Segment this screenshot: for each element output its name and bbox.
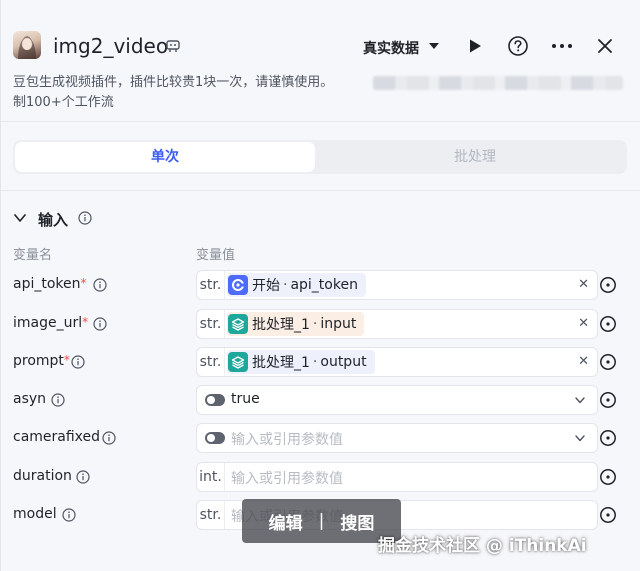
param-name-camerafixed: camerafixed [13,429,100,445]
info-icon[interactable] [76,470,90,484]
ref-separator: · [312,354,318,370]
help-button[interactable] [506,34,530,58]
param-name-text: model [13,506,57,522]
info-icon[interactable] [93,317,107,331]
edit-button[interactable]: 编辑 [269,509,303,534]
toggle-icon[interactable] [205,394,225,406]
required-mark: * [63,353,70,367]
param-name-asyn: asyn [13,391,46,407]
description-line: 豆包生成视频插件，插件比较贵1块一次，请谨慎使用。 [13,75,334,90]
type-tag: str. [197,310,225,338]
close-icon [598,39,612,53]
layers-icon [228,352,248,372]
clear-icon[interactable]: ✕ [578,354,589,369]
type-tag: str. [197,271,225,299]
required-mark: * [82,315,89,329]
separator: | [318,511,325,531]
run-mode-select[interactable]: 真实数据 [363,38,419,58]
ref-source: 开始 [252,278,280,294]
param-name-text: prompt [13,353,64,369]
reference-variable-icon[interactable] [599,391,617,409]
variable-reference-chip[interactable]: 批处理_1 · input [227,312,365,336]
info-icon[interactable] [71,355,85,369]
start-icon [228,275,248,295]
chevron-down-icon[interactable] [575,397,585,404]
plugin-title: img2_video [53,34,169,58]
param-value-image_url[interactable]: str. 批处理_1 · input ✕ [196,309,598,339]
info-icon[interactable] [93,278,107,292]
plugin-type-icon [166,40,180,52]
param-name-image_url: image_url* [13,315,88,331]
plugin-description: 豆包生成视频插件，插件比较贵1块一次，请谨慎使用。 制100+个工作流 [13,73,373,113]
reference-variable-icon[interactable] [599,468,617,486]
param-name-text: camerafixed [13,429,101,445]
column-header-value: 变量值 [196,248,236,263]
param-value-camerafixed[interactable]: 输入或引用参数值 [196,423,598,453]
chevron-down-icon[interactable] [429,42,439,50]
reference-variable-icon[interactable] [599,276,617,294]
ref-separator: · [312,316,318,332]
panel-header: img2_video 真实数据 豆包生成视频插件，插件比较贵1块一次，请谨慎使用… [1,0,640,122]
search-image-button[interactable]: 搜图 [340,509,374,534]
section-title-input: 输入 [38,211,69,229]
type-tag: str. [197,348,225,376]
ref-variable: api_token [290,277,358,293]
play-icon [470,39,481,53]
ref-source: 批处理_1 [252,317,310,333]
info-icon[interactable] [102,431,116,445]
info-icon[interactable] [78,211,92,225]
ref-source: 批处理_1 [252,355,310,371]
param-name-model: model [13,506,57,522]
run-button[interactable] [463,34,487,58]
param-name-api_token: api_token* [13,276,87,292]
field-value: true [231,391,260,407]
reference-variable-icon[interactable] [599,506,617,524]
variable-reference-chip[interactable]: 开始 · api_token [227,273,366,297]
param-value-duration[interactable]: int. 输入或引用参数值 [196,462,598,492]
info-icon[interactable] [51,393,65,407]
reference-variable-icon[interactable] [599,429,617,447]
reference-variable-icon[interactable] [599,315,617,333]
type-tag: str. [197,501,225,529]
chevron-down-icon[interactable] [575,435,585,442]
description-line: 制100+个工作流 [13,95,114,110]
chevron-down-icon[interactable] [14,213,26,223]
info-icon[interactable] [62,508,76,522]
field-placeholder: 输入或引用参数值 [231,432,343,448]
clear-icon[interactable]: ✕ [578,316,589,331]
param-value-asyn[interactable]: true [196,385,598,415]
param-name-text: api_token [13,276,81,292]
clear-icon[interactable]: ✕ [578,277,589,292]
watermark: 掘金技术社区 @ iThinkAi [378,536,587,556]
param-name-text: asyn [13,391,47,407]
more-icon [552,44,572,48]
close-button[interactable] [593,34,617,58]
param-name-duration: duration [13,468,72,484]
required-mark: * [80,276,87,290]
param-name-text: duration [13,468,72,484]
reference-variable-icon[interactable] [599,353,617,371]
tab-bar: 单次 批处理 [13,140,627,174]
help-icon [508,36,528,56]
layers-icon [228,314,248,334]
divider [1,190,640,191]
toggle-icon[interactable] [205,432,225,444]
plugin-avatar [13,31,41,59]
tab-single[interactable]: 单次 [15,142,315,172]
param-name-text: image_url [13,315,83,331]
blurred-text [373,76,623,90]
tab-batch[interactable]: 批处理 [323,140,627,174]
ref-variable: input [320,316,357,332]
param-value-prompt[interactable]: str. 批处理_1 · output ✕ [196,347,598,377]
plugin-test-panel: img2_video 真实数据 豆包生成视频插件，插件比较贵1块一次，请谨慎使用… [0,0,640,571]
variable-reference-chip[interactable]: 批处理_1 · output [227,350,375,374]
ref-separator: · [283,277,288,293]
type-tag: int. [197,463,225,491]
param-name-prompt: prompt* [13,353,70,369]
ref-variable: output [320,354,367,370]
field-placeholder: 输入或引用参数值 [231,471,343,487]
param-value-api_token[interactable]: str. 开始 · api_token ✕ [196,270,598,300]
more-button[interactable] [550,34,574,58]
column-header-name: 变量名 [13,248,53,263]
